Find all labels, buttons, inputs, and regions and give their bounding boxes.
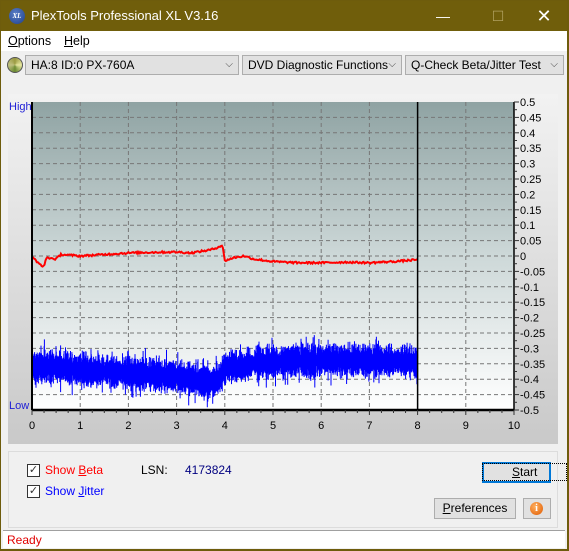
y-tick-label: 0.4 [520,128,535,140]
start-button[interactable]: Start [481,462,568,483]
y-tick-label: 0.05 [520,236,541,248]
beta-jitter-chart: 0.5 0.45 0.4 0.35 0.3 0.25 0.2 0.15 0.1 0.05 0 -0.0… [29,97,545,432]
chevron-down-icon: ⌵ [550,59,558,70]
x-tick-label: 1 [77,420,83,432]
x-tick-label: 5 [270,420,276,432]
toolbar: HA:8 ID:0 PX-760A ⌵ DVD Diagnostic Funct… [1,51,567,80]
status-text: Ready [7,533,42,547]
app-window: XL PlexTools Professional XL V3.16 — ☐ ✕… [1,1,568,549]
show-beta-label[interactable]: Show Beta [45,463,103,477]
app-logo-icon: XL [9,8,25,24]
test-select-value: Q-Check Beta/Jitter Test [411,58,541,72]
function-select[interactable]: DVD Diagnostic Functions ⌵ [242,55,402,75]
show-jitter-label[interactable]: Show Jitter [45,484,104,498]
x-tick-label: 0 [29,420,35,432]
y-tick-label: -0.05 [520,266,545,278]
menu-bar: Options Help [1,31,567,51]
maximize-button[interactable]: ☐ [475,1,521,31]
controls-panel: ✓ Show Beta ✓ Show Jitter LSN: 4173824 S… [8,451,568,528]
chevron-down-icon: ⌵ [225,59,233,70]
info-button[interactable]: i [523,498,551,519]
y-tick-label: -0.5 [520,405,539,417]
y-tick-label: 0.2 [520,189,535,201]
x-tick-label: 10 [508,420,520,432]
x-tick-label: 3 [174,420,180,432]
x-tick-label: 6 [318,420,324,432]
y-tick-label: -0.2 [520,313,539,325]
y-tick-label: -0.25 [520,328,545,340]
x-tick-label: 9 [463,420,469,432]
show-jitter-checkbox[interactable]: ✓ [27,485,40,498]
y-tick-label: 0.35 [520,143,541,155]
y-tick-label: 0 [520,251,526,263]
y-tick-label: 0.1 [520,220,535,232]
disc-drive-icon [7,57,23,73]
y-tick-label: -0.15 [520,297,545,309]
show-beta-checkbox[interactable]: ✓ [27,464,40,477]
status-bar: Ready [3,530,565,548]
drive-select[interactable]: HA:8 ID:0 PX-760A ⌵ [25,55,239,75]
drive-select-value: HA:8 ID:0 PX-760A [31,58,135,72]
menu-options-accel: O [8,34,18,48]
close-button[interactable]: ✕ [521,1,567,31]
menu-help-label: elp [73,34,90,48]
y-tick-label: -0.4 [520,374,539,386]
y-tick-label: 0.5 [520,97,535,109]
preferences-button[interactable]: Preferences [434,498,516,519]
menu-options-label: ptions [17,34,52,48]
window-title: PlexTools Professional XL V3.16 [31,8,219,23]
minimize-button[interactable]: — [420,1,466,31]
chart-panel: High Low 0.5 0.45 0.4 0.35 0.3 0.25 0.2 0.15 0.1… [8,94,558,444]
menu-help-accel: H [64,34,74,48]
menu-help[interactable]: Help [64,34,90,48]
title-bar: XL PlexTools Professional XL V3.16 — ☐ ✕ [1,1,567,31]
x-tick-label: 2 [125,420,131,432]
menu-options[interactable]: Options [8,34,51,48]
y-tick-label: -0.35 [520,359,545,371]
x-tick-label: 4 [222,420,228,432]
chevron-down-icon: ⌵ [388,59,396,70]
info-icon: i [530,502,543,515]
y-tick-label: 0.45 [520,112,541,124]
y-tick-label: -0.3 [520,343,539,355]
y-tick-label: 0.3 [520,159,535,171]
x-tick-label: 7 [366,420,372,432]
x-tick-label: 8 [415,420,421,432]
y-tick-label: 0.25 [520,174,541,186]
lsn-label: LSN: [141,463,168,477]
function-select-value: DVD Diagnostic Functions [248,58,389,72]
y-tick-label: -0.45 [520,390,545,402]
y-tick-label: 0.15 [520,205,541,217]
y-tick-label: -0.1 [520,282,539,294]
lsn-value: 4173824 [185,463,232,477]
test-select[interactable]: Q-Check Beta/Jitter Test ⌵ [405,55,564,75]
